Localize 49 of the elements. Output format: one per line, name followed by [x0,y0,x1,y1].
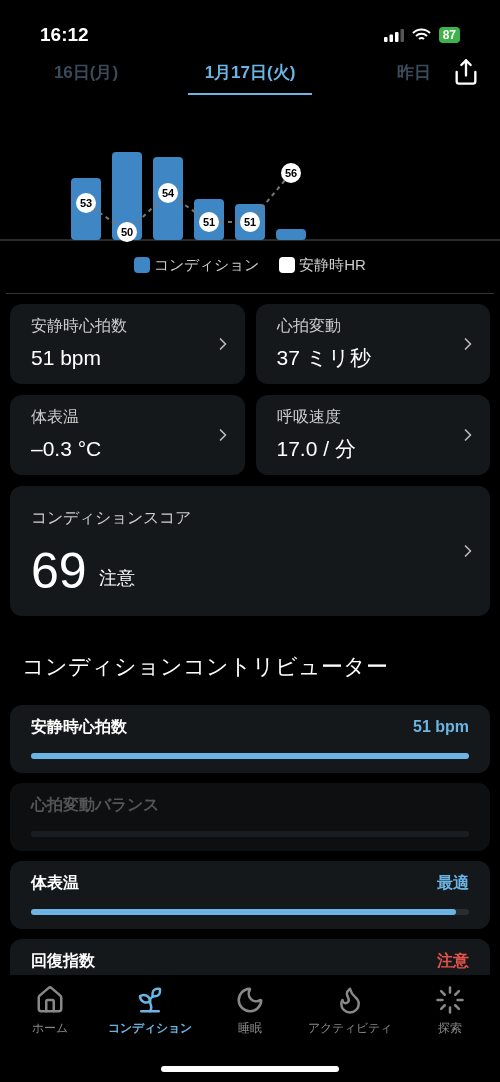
nav-tab[interactable]: 探索 [405,985,495,1037]
metric-label: 呼吸速度 [276,406,342,427]
hr-value: 53 [79,197,93,209]
metric-label: 安静時心拍数 [31,315,128,336]
score-value: 69 [31,545,87,596]
signal-icon [383,28,404,42]
date-tab[interactable]: 1月17日(火) [188,59,312,96]
hr-value: 51 [202,216,216,228]
battery-indicator: 87 [438,27,460,43]
contributor-card[interactable]: 安静時心拍数 51 bpm [10,704,490,773]
condition-bar [276,229,306,240]
metric-card[interactable]: 心拍変動 37 ミリ秒 [255,303,490,384]
metric-value: –0.3 °C [31,435,103,462]
section-heading: コンディションコントリビューター [21,652,389,681]
sunburst-icon [435,985,465,1015]
legend-label: コンディション [154,255,260,275]
metric-card[interactable]: 呼吸速度 17.0 / 分 [255,394,490,475]
metric-label: 体表温 [31,406,80,427]
hr-value: 54 [161,187,175,199]
nav-tab[interactable]: 睡眠 [205,985,295,1037]
contributor-value: 注意 [437,950,469,971]
score-status: 注意 [98,566,135,590]
hr-value: 56 [284,167,298,179]
contributor-label: 回復指数 [31,950,95,971]
status-time: 16:12 [40,22,89,47]
legend-label: 安静時HR [299,255,366,275]
wifi-icon [411,28,431,42]
score-card[interactable]: コンディションスコア 69 注意 [10,485,490,616]
nav-tab[interactable]: コンディション [105,985,195,1037]
contributor-label: 安静時心拍数 [31,716,127,737]
moon-icon [235,985,265,1015]
metric-value: 51 bpm [31,344,103,371]
contributor-label: 体表温 [31,872,79,893]
nav-tab[interactable]: ホーム [5,985,95,1037]
contributor-value: 最適 [437,872,469,893]
nav-tab[interactable]: アクティビティ [305,985,395,1037]
metric-value: 37 ミリ秒 [276,344,372,371]
contributor-card[interactable]: 体表温 最適 [10,860,490,929]
score-label: コンディションスコア [31,507,192,528]
contributor-value: 51 bpm [413,716,469,737]
metric-label: 心拍変動 [276,315,342,336]
metric-value: 17.0 / 分 [276,435,357,462]
metric-card[interactable]: 体表温 –0.3 °C [10,394,245,475]
hr-value: 51 [243,216,257,228]
contributor-card[interactable]: 回復指数 注意 [10,938,490,975]
metric-card[interactable]: 安静時心拍数 51 bpm [10,303,245,384]
contributor-label: 心拍変動バランス [31,794,159,815]
hr-value: 50 [120,226,134,238]
home-icon [35,985,65,1015]
